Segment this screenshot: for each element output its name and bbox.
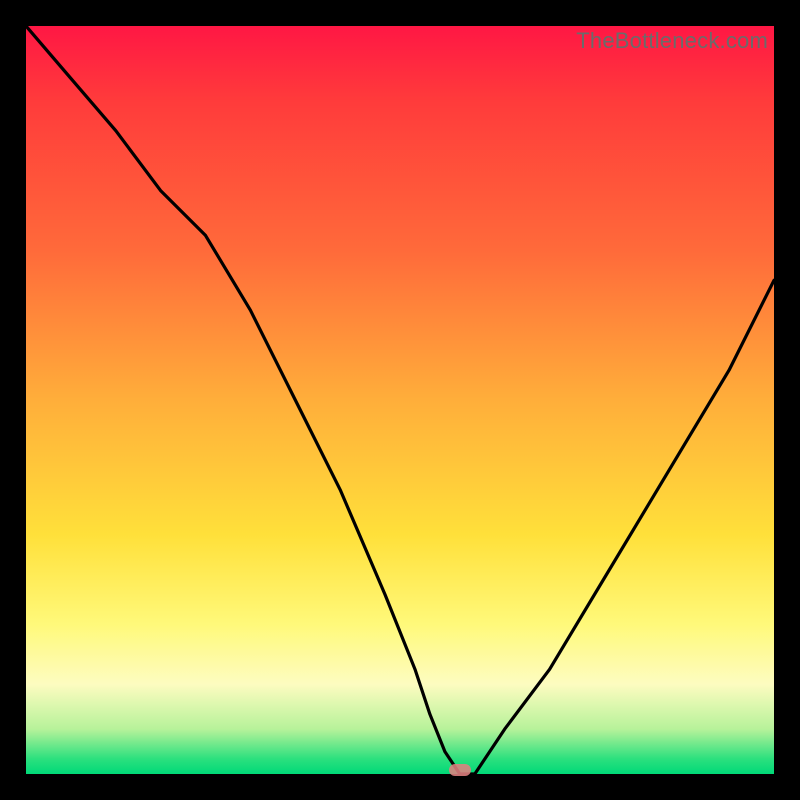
curve-path: [26, 26, 774, 774]
minimum-marker: [449, 764, 471, 776]
chart-frame: TheBottleneck.com: [0, 0, 800, 800]
bottleneck-curve: [26, 26, 774, 774]
plot-area: TheBottleneck.com: [26, 26, 774, 774]
